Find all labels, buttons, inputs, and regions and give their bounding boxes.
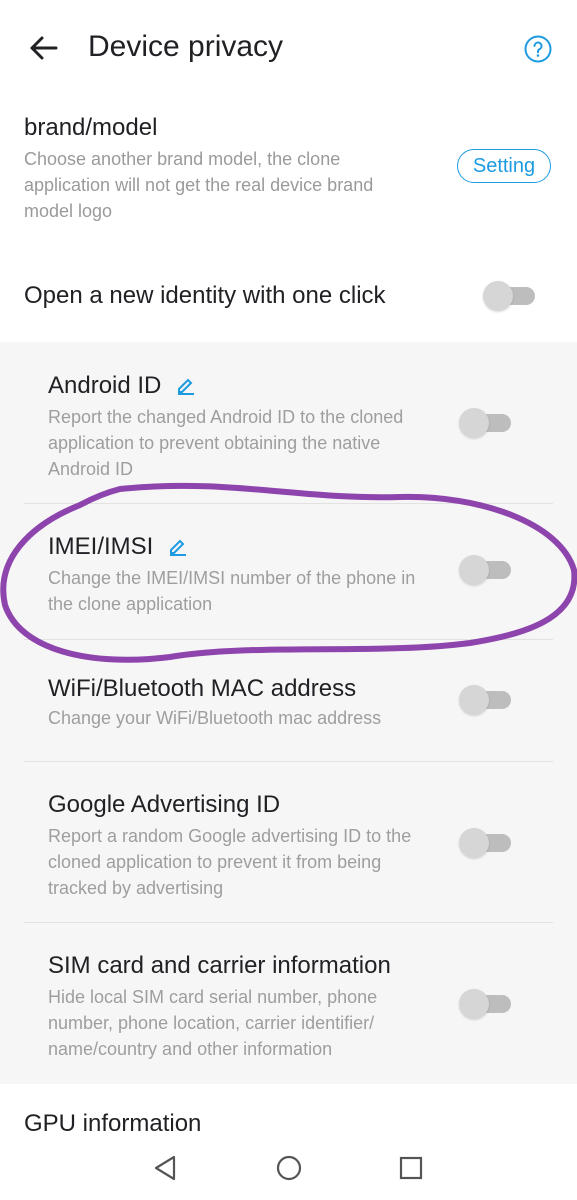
- imei-imsi-title: IMEI/IMSI: [48, 533, 188, 561]
- pencil-icon[interactable]: [176, 374, 196, 395]
- toggle-knob: [459, 685, 489, 715]
- back-button[interactable]: [26, 30, 62, 66]
- list-item-google-ad-id: Google Advertising ID Report a random Go…: [24, 761, 553, 923]
- privacy-options-panel: Android ID Report the changed Android ID…: [0, 342, 577, 1084]
- android-id-toggle[interactable]: [459, 408, 511, 438]
- android-id-description: Report the changed Android ID to the clo…: [48, 407, 404, 479]
- new-identity-label: Open a new identity with one click: [24, 282, 386, 309]
- google-ad-id-toggle[interactable]: [459, 828, 511, 858]
- system-nav-bar: [0, 1140, 577, 1200]
- new-identity-row: Open a new identity with one click: [0, 246, 577, 342]
- mac-address-description: Change your WiFi/Bluetooth mac address: [48, 708, 382, 728]
- gpu-information-label[interactable]: GPU information: [24, 1110, 201, 1138]
- sim-carrier-toggle[interactable]: [459, 989, 511, 1019]
- android-id-label: Android ID: [48, 372, 162, 399]
- brand-model-description: Choose another brand model, the clone ap…: [24, 149, 374, 221]
- app-header: Device privacy: [0, 0, 577, 87]
- toggle-knob: [459, 555, 489, 585]
- new-identity-toggle[interactable]: [483, 281, 535, 311]
- nav-home-button[interactable]: [274, 1152, 304, 1184]
- mac-address-title: WiFi/Bluetooth MAC address: [48, 675, 357, 702]
- brand-model-title: brand/model: [24, 114, 158, 141]
- toggle-knob: [483, 281, 513, 311]
- help-button[interactable]: [524, 35, 552, 63]
- pencil-icon[interactable]: [168, 535, 188, 556]
- page-title: Device privacy: [88, 30, 284, 63]
- android-id-title: Android ID: [48, 372, 196, 400]
- arrow-left-icon: [30, 36, 58, 60]
- sim-carrier-title: SIM card and carrier information: [48, 952, 391, 979]
- setting-button[interactable]: Setting: [457, 149, 551, 183]
- nav-recent-icon: [399, 1156, 423, 1180]
- brand-model-section: brand/model Choose another brand model, …: [0, 86, 577, 247]
- list-item-mac-address: WiFi/Bluetooth MAC address Change your W…: [24, 639, 553, 762]
- toggle-knob: [459, 408, 489, 438]
- imei-imsi-label: IMEI/IMSI: [48, 533, 154, 560]
- imei-imsi-description: Change the IMEI/IMSI number of the phone…: [48, 568, 416, 614]
- mac-address-toggle[interactable]: [459, 685, 511, 715]
- toggle-knob: [459, 989, 489, 1019]
- nav-back-icon: [154, 1155, 176, 1181]
- google-ad-id-title: Google Advertising ID: [48, 791, 281, 818]
- list-item-android-id: Android ID Report the changed Android ID…: [24, 342, 553, 504]
- nav-back-button[interactable]: [150, 1152, 180, 1184]
- sim-carrier-description: Hide local SIM card serial number, phone…: [48, 987, 378, 1059]
- nav-recent-button[interactable]: [396, 1152, 426, 1184]
- imei-imsi-toggle[interactable]: [459, 555, 511, 585]
- list-item-sim-carrier: SIM card and carrier information Hide lo…: [24, 922, 553, 1084]
- list-item-imei-imsi: IMEI/IMSI Change the IMEI/IMSI number of…: [24, 503, 553, 640]
- nav-home-icon: [276, 1155, 302, 1181]
- google-ad-id-description: Report a random Google advertising ID to…: [48, 826, 412, 898]
- help-circle-icon: [524, 35, 552, 63]
- toggle-knob: [459, 828, 489, 858]
